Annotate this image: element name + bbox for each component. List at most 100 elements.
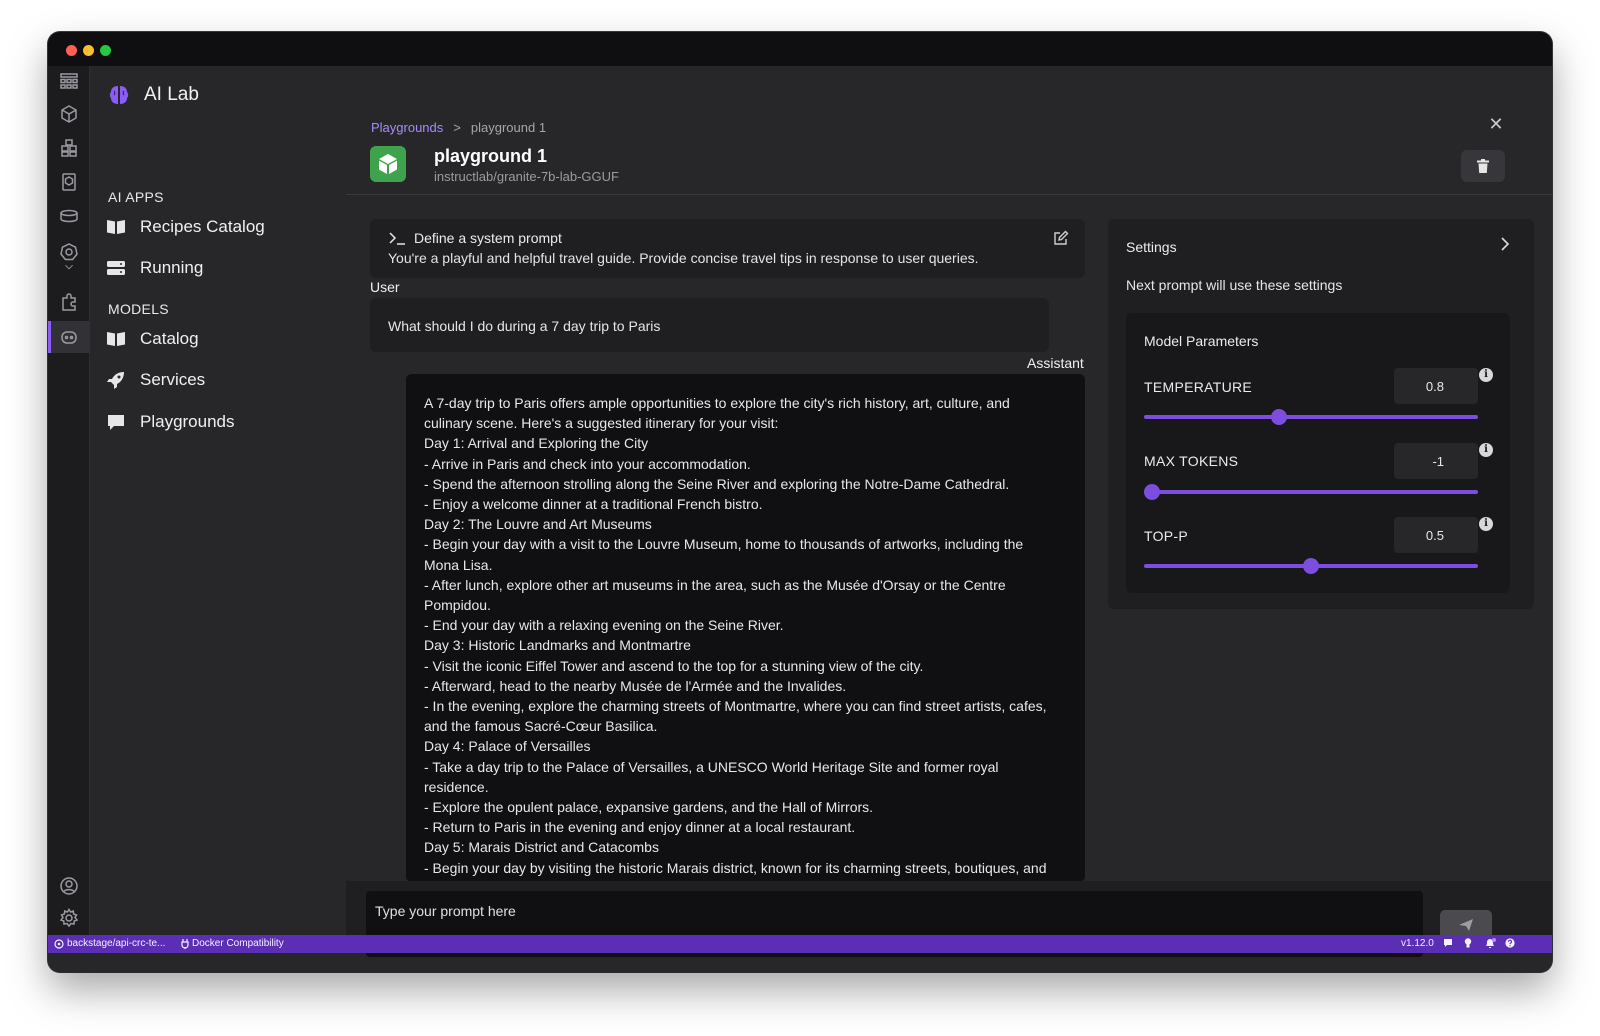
assistant-line: - Visit the iconic Eiffel Tower and asce… xyxy=(424,657,924,674)
dashboard-icon[interactable] xyxy=(48,66,90,96)
assistant-line: Day 4: Palace of Versailles xyxy=(424,738,591,755)
title-bar xyxy=(48,32,1552,66)
sidebar-item-label: Playgrounds xyxy=(140,412,235,431)
plug-icon xyxy=(181,938,189,949)
close-icon[interactable]: ✕ xyxy=(1486,114,1506,134)
assistant-line: - After lunch, explore other art museums… xyxy=(424,576,1006,593)
temperature-input[interactable]: 0.8 xyxy=(1394,368,1478,404)
info-icon[interactable]: i xyxy=(1479,368,1493,382)
minimize-window-button[interactable] xyxy=(83,45,94,56)
assistant-line: culinary scene. Here's a suggested itine… xyxy=(424,415,779,432)
edit-icon[interactable] xyxy=(1053,230,1069,246)
breadcrumb-current: playground 1 xyxy=(470,120,547,135)
slider-thumb[interactable] xyxy=(1144,484,1160,500)
terminal-prompt-icon xyxy=(389,232,405,245)
top-p-input[interactable]: 0.5 xyxy=(1394,517,1478,553)
sidebar-item-services[interactable]: Services xyxy=(106,365,205,395)
model-parameters-title: Model Parameters xyxy=(1144,333,1259,349)
info-icon[interactable]: i xyxy=(1479,517,1493,531)
assistant-line: - In the evening, explore the charming s… xyxy=(424,698,1047,715)
book-icon xyxy=(107,220,125,234)
assistant-line: - Spend the afternoon strolling along th… xyxy=(424,475,1010,492)
slider-thumb[interactable] xyxy=(1271,409,1288,425)
status-bar: backstage/api-crc-te... Docker Compatibi… xyxy=(48,935,1552,953)
max-tokens-input[interactable]: -1 xyxy=(1394,443,1478,479)
assistant-line: A 7-day trip to Paris offers ample oppor… xyxy=(424,395,1010,411)
help-icon[interactable] xyxy=(1505,938,1515,948)
assistant-line: - Return to Paris in the evening and enj… xyxy=(424,819,856,836)
container-cube-icon[interactable] xyxy=(48,99,90,129)
system-prompt-title: Define a system prompt xyxy=(414,230,562,246)
top-p-slider[interactable] xyxy=(1144,558,1478,574)
assistant-line: - Arrive in Paris and check into your ac… xyxy=(424,455,751,472)
ai-apps-section-title: AI APPS xyxy=(108,189,164,205)
sidebar-item-label: Recipes Catalog xyxy=(140,217,265,236)
assistant-line: - Begin your day by visiting the histori… xyxy=(424,859,1047,876)
temperature-label: TEMPERATURE xyxy=(1144,379,1253,395)
rocket-icon xyxy=(107,372,124,389)
playground-main: Playgrounds > playground 1 ✕ playground … xyxy=(346,66,1552,957)
extensions-puzzle-icon[interactable] xyxy=(48,287,90,317)
max-tokens-label: MAX TOKENS xyxy=(1144,453,1239,469)
assistant-message-text: A 7-day trip to Paris offers ample oppor… xyxy=(424,393,1074,882)
sidebar-item-playgrounds[interactable]: Playgrounds xyxy=(106,407,235,437)
info-icon[interactable]: i xyxy=(1479,443,1493,457)
assistant-line: and the famous Sacré-Cœur Basilica. xyxy=(424,718,658,735)
status-context[interactable]: backstage/api-crc-te... xyxy=(54,938,165,949)
chat-feedback-icon[interactable] xyxy=(1443,938,1453,948)
brain-logo-icon xyxy=(109,86,129,104)
temperature-slider[interactable] xyxy=(1144,409,1478,425)
max-tokens-slider[interactable] xyxy=(1144,484,1478,500)
assistant-line: - Begin your day with a visit to the Lou… xyxy=(424,536,1024,553)
breadcrumb-separator: > xyxy=(453,120,461,135)
notifications-bell-icon[interactable] xyxy=(1484,938,1496,949)
assistant-role-label: Assistant xyxy=(1027,355,1084,371)
settings-title: Settings xyxy=(1126,239,1177,255)
playground-cube-icon xyxy=(370,146,406,182)
close-window-button[interactable] xyxy=(66,45,77,56)
slider-track xyxy=(1144,490,1478,494)
trash-icon xyxy=(1477,159,1489,173)
app-title: AI Lab xyxy=(144,84,199,105)
kubernetes-context-icon xyxy=(54,938,64,949)
assistant-line: Mona Lisa. xyxy=(424,556,493,573)
assistant-line: Day 5: Marais District and Catacombs xyxy=(424,839,659,856)
settings-description: Next prompt will use these settings xyxy=(1126,277,1343,293)
settings-gear-icon[interactable] xyxy=(48,903,90,933)
ai-lab-sidebar: AI Lab AI APPS Recipes Catalog Running M… xyxy=(90,66,346,953)
send-icon xyxy=(1459,919,1473,931)
ai-lab-icon[interactable] xyxy=(48,321,90,353)
assistant-line: Day 2: The Louvre and Art Museums xyxy=(424,516,652,533)
volume-icon[interactable] xyxy=(48,201,90,231)
status-docker[interactable]: Docker Compatibility xyxy=(181,938,284,949)
model-name: instructlab/granite-7b-lab-GGUF xyxy=(434,169,619,184)
breadcrumb: Playgrounds > playground 1 xyxy=(371,120,546,135)
sidebar-item-label: Catalog xyxy=(140,329,199,348)
pods-icon[interactable] xyxy=(48,133,90,163)
assistant-line: Pompidou. xyxy=(424,597,491,614)
status-context-label: backstage/api-crc-te... xyxy=(67,938,166,949)
chevron-right-icon[interactable] xyxy=(1500,237,1510,256)
slider-thumb[interactable] xyxy=(1303,558,1319,574)
sidebar-item-running[interactable]: Running xyxy=(106,253,203,283)
system-prompt-header: Define a system prompt xyxy=(388,230,562,246)
assistant-line: Day 3: Historic Landmarks and Montmartre xyxy=(424,637,691,654)
breadcrumb-playgrounds-link[interactable]: Playgrounds xyxy=(371,120,443,135)
delete-playground-button[interactable] xyxy=(1461,150,1505,182)
system-prompt-text: You're a playful and helpful travel guid… xyxy=(388,250,979,266)
sidebar-item-label: Running xyxy=(140,258,204,277)
brand: AI Lab xyxy=(108,84,199,106)
sidebar-item-catalog[interactable]: Catalog xyxy=(106,324,199,354)
lightbulb-tips-icon[interactable] xyxy=(1464,938,1472,948)
assistant-line: - Afterward, head to the nearby Musée de… xyxy=(424,677,847,694)
sidebar-item-recipes-catalog[interactable]: Recipes Catalog xyxy=(106,212,265,242)
assistant-line: Day 1: Arrival and Exploring the City xyxy=(424,435,649,452)
slider-track xyxy=(1144,415,1478,419)
user-role-label: User xyxy=(370,279,400,295)
chevron-down-icon[interactable] xyxy=(48,257,90,277)
account-icon[interactable] xyxy=(48,871,90,901)
chat-bubble-icon xyxy=(108,415,124,430)
images-icon[interactable] xyxy=(48,167,90,197)
header-divider xyxy=(346,194,1552,195)
zoom-window-button[interactable] xyxy=(100,45,111,56)
